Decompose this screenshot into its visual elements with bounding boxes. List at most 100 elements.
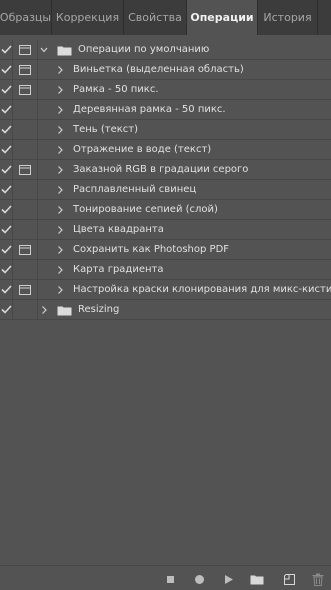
- dialog-icon: [19, 284, 31, 295]
- chevron-right-icon[interactable]: [56, 145, 64, 155]
- dialog-toggle[interactable]: [13, 60, 38, 79]
- toggle-checkbox[interactable]: [0, 120, 13, 139]
- toggle-checkbox[interactable]: [0, 260, 13, 279]
- chevron-right-icon[interactable]: [56, 265, 64, 275]
- dialog-toggle[interactable]: [13, 200, 38, 219]
- toggle-checkbox[interactable]: [0, 240, 13, 259]
- dialog-toggle[interactable]: [13, 280, 38, 299]
- toggle-checkbox[interactable]: [0, 160, 13, 179]
- play-icon: [225, 574, 233, 584]
- chevron-right-icon[interactable]: [56, 65, 64, 75]
- toggle-checkbox[interactable]: [0, 200, 13, 219]
- action-label: Расплавленный свинец: [73, 184, 197, 195]
- checkmark-icon: [0, 85, 12, 94]
- stop-button[interactable]: [163, 572, 177, 586]
- toggle-checkbox[interactable]: [0, 140, 13, 159]
- action-set-row-default[interactable]: Операции по умолчанию: [0, 40, 331, 60]
- tab-swatches[interactable]: Образцы: [0, 0, 52, 35]
- action-row[interactable]: Карта градиента: [0, 260, 331, 280]
- folder-icon: [57, 46, 72, 56]
- chevron-right-icon[interactable]: [56, 245, 64, 255]
- new-action-button[interactable]: [282, 572, 296, 586]
- chevron-down-icon[interactable]: [40, 45, 48, 55]
- action-row[interactable]: Рамка - 50 пикс.: [0, 80, 331, 100]
- record-icon: [194, 574, 204, 584]
- toggle-checkbox[interactable]: [0, 40, 13, 59]
- dialog-toggle[interactable]: [13, 140, 38, 159]
- checkmark-icon: [0, 165, 12, 174]
- tab-actions[interactable]: Операции: [187, 0, 258, 35]
- actions-bottom-toolbar: [0, 565, 331, 590]
- toggle-checkbox[interactable]: [0, 180, 13, 199]
- action-row[interactable]: Деревянная рамка - 50 пикс.: [0, 100, 331, 120]
- action-row[interactable]: Виньетка (выделенная область): [0, 60, 331, 80]
- action-label: Тонирование сепией (слой): [73, 204, 218, 215]
- checkmark-icon: [0, 45, 12, 54]
- dialog-toggle[interactable]: [13, 80, 38, 99]
- dialog-icon: [19, 84, 31, 95]
- dialog-toggle[interactable]: [13, 160, 38, 179]
- dialog-icon: [19, 164, 31, 175]
- chevron-right-icon[interactable]: [56, 185, 64, 195]
- action-set-label: Resizing: [78, 304, 120, 315]
- action-label: Деревянная рамка - 50 пикс.: [73, 104, 226, 115]
- checkmark-icon: [0, 305, 12, 314]
- action-row[interactable]: Тонирование сепией (слой): [0, 200, 331, 220]
- chevron-right-icon[interactable]: [56, 285, 64, 295]
- folder-icon: [57, 306, 72, 316]
- action-label: Отражение в воде (текст): [73, 144, 212, 155]
- chevron-right-icon[interactable]: [56, 165, 64, 175]
- checkmark-icon: [0, 265, 12, 274]
- action-row[interactable]: Тень (текст): [0, 120, 331, 140]
- action-set-label: Операции по умолчанию: [78, 44, 210, 55]
- tab-properties[interactable]: Свойства: [124, 0, 187, 35]
- new-set-button[interactable]: [250, 572, 264, 586]
- chevron-right-icon[interactable]: [56, 85, 64, 95]
- dialog-toggle[interactable]: [13, 240, 38, 259]
- toggle-checkbox[interactable]: [0, 80, 13, 99]
- checkmark-icon: [0, 285, 12, 294]
- trash-icon: [312, 573, 324, 586]
- toggle-checkbox[interactable]: [0, 280, 13, 299]
- chevron-right-icon[interactable]: [56, 225, 64, 235]
- dialog-icon: [19, 44, 31, 55]
- play-button[interactable]: [222, 572, 236, 586]
- action-label: Тень (текст): [73, 124, 139, 135]
- toggle-checkbox[interactable]: [0, 300, 13, 319]
- action-row[interactable]: Сохранить как Photoshop PDF: [0, 240, 331, 260]
- chevron-right-icon[interactable]: [40, 305, 48, 315]
- action-label: Цвета квадранта: [73, 224, 164, 235]
- toggle-checkbox[interactable]: [0, 100, 13, 119]
- action-label: Заказной RGB в градации серого: [73, 164, 249, 175]
- chevron-right-icon[interactable]: [56, 105, 64, 115]
- action-set-row-resizing[interactable]: Resizing: [0, 300, 331, 320]
- action-row[interactable]: Отражение в воде (текст): [0, 140, 331, 160]
- chevron-right-icon[interactable]: [56, 125, 64, 135]
- dialog-toggle[interactable]: [13, 120, 38, 139]
- record-button[interactable]: [192, 572, 206, 586]
- action-label: Рамка - 50 пикс.: [73, 84, 159, 95]
- checkmark-icon: [0, 125, 12, 134]
- action-label: Сохранить как Photoshop PDF: [73, 244, 230, 255]
- action-row[interactable]: Настройка краски клонирования для микс-к…: [0, 280, 331, 300]
- dialog-toggle[interactable]: [13, 300, 38, 319]
- tab-history[interactable]: История: [258, 0, 318, 35]
- delete-button[interactable]: [311, 572, 325, 586]
- dialog-toggle[interactable]: [13, 260, 38, 279]
- checkmark-icon: [0, 205, 12, 214]
- toggle-checkbox[interactable]: [0, 60, 13, 79]
- chevron-right-icon[interactable]: [56, 205, 64, 215]
- tab-adjustments[interactable]: Коррекция: [52, 0, 124, 35]
- checkmark-icon: [0, 105, 12, 114]
- dialog-toggle[interactable]: [13, 180, 38, 199]
- dialog-toggle[interactable]: [13, 100, 38, 119]
- dialog-toggle[interactable]: [13, 40, 38, 59]
- dialog-toggle[interactable]: [13, 220, 38, 239]
- checkmark-icon: [0, 145, 12, 154]
- stop-icon: [166, 575, 174, 583]
- action-row[interactable]: Заказной RGB в градации серого: [0, 160, 331, 180]
- action-row[interactable]: Цвета квадранта: [0, 220, 331, 240]
- toggle-checkbox[interactable]: [0, 220, 13, 239]
- checkmark-icon: [0, 225, 12, 234]
- action-row[interactable]: Расплавленный свинец: [0, 180, 331, 200]
